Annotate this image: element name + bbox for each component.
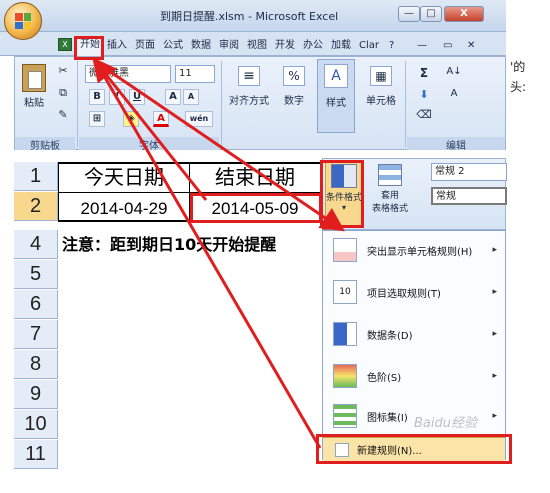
office-button[interactable]	[4, 2, 42, 40]
annotation-arrows	[92, 57, 345, 449]
arrow-1	[92, 57, 208, 201]
arrow-2	[94, 61, 322, 449]
arrow-4	[95, 60, 345, 232]
